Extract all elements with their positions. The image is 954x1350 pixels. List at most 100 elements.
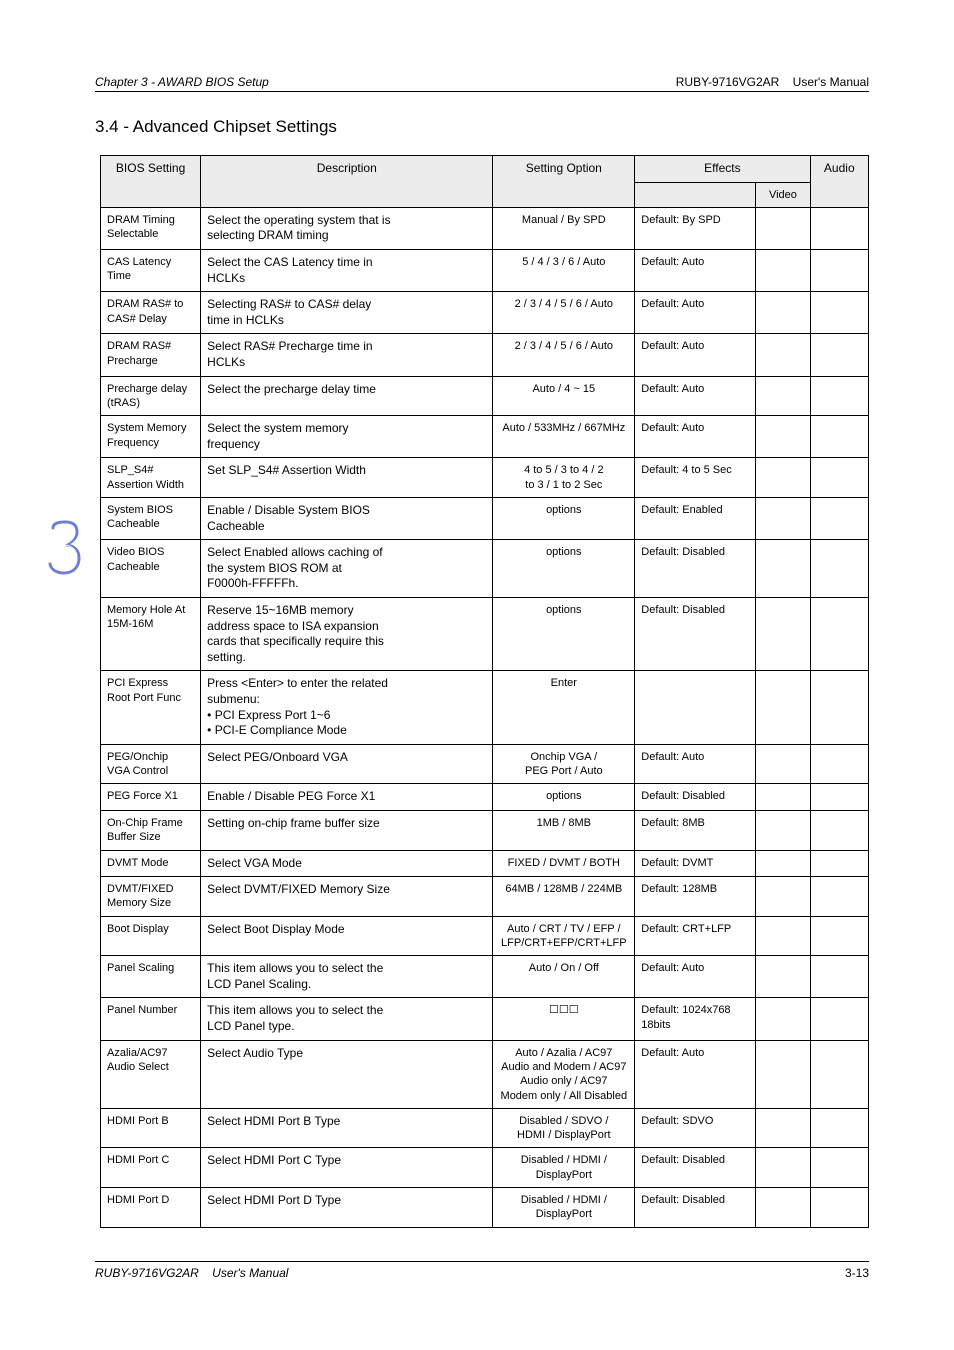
cell-audio <box>810 207 868 249</box>
cell-audio <box>810 784 868 811</box>
cell-audio <box>810 671 868 744</box>
cell-effects: Default: Auto <box>635 416 756 458</box>
cell-option: Onchip VGA / PEG Port / Auto <box>493 744 635 784</box>
table-row: DVMT/FIXED Memory SizeSelect DVMT/FIXED … <box>101 877 869 917</box>
cell-option: 2 / 3 / 4 / 5 / 6 / Auto <box>493 334 635 376</box>
cell-description: Select DVMT/FIXED Memory Size <box>201 877 493 917</box>
cell-option: Enter <box>493 671 635 744</box>
cell-option: 5 / 4 / 3 / 6 / Auto <box>493 250 635 292</box>
cell-setting: System Memory Frequency <box>101 416 201 458</box>
cell-option: Disabled / HDMI / DisplayPort <box>493 1188 635 1228</box>
cell-description: Select Enabled allows caching of the sys… <box>201 540 493 598</box>
section-title: 3.4 - Advanced Chipset Settings <box>95 117 869 137</box>
cell-setting: Panel Scaling <box>101 956 201 998</box>
table-row: Panel NumberThis item allows you to sele… <box>101 998 869 1040</box>
cell-video <box>756 292 810 334</box>
cell-option: Auto / On / Off <box>493 956 635 998</box>
cell-audio <box>810 292 868 334</box>
table-row: HDMI Port CSelect HDMI Port C TypeDisabl… <box>101 1148 869 1188</box>
cell-option: 64MB / 128MB / 224MB <box>493 877 635 917</box>
cell-setting: CAS Latency Time <box>101 250 201 292</box>
cell-description: Set SLP_S4# Assertion Width <box>201 458 493 498</box>
cell-audio <box>810 1108 868 1148</box>
cell-setting: Boot Display <box>101 916 201 956</box>
cell-setting: Memory Hole At 15M-16M <box>101 597 201 670</box>
cell-video <box>756 1148 810 1188</box>
cell-effects: Default: 1024x768 18bits <box>635 998 756 1040</box>
cell-video <box>756 416 810 458</box>
table-row: DRAM RAS# to CAS# DelaySelecting RAS# to… <box>101 292 869 334</box>
table-row: PEG/Onchip VGA ControlSelect PEG/Onboard… <box>101 744 869 784</box>
cell-video <box>756 850 810 877</box>
cell-option: 2 / 3 / 4 / 5 / 6 / Auto <box>493 292 635 334</box>
table-row: System Memory FrequencySelect the system… <box>101 416 869 458</box>
cell-audio <box>810 458 868 498</box>
table-row: Precharge delay (tRAS)Select the prechar… <box>101 376 869 416</box>
cell-option: Auto / 4 ~ 15 <box>493 376 635 416</box>
cell-effects: Default: Auto <box>635 1040 756 1108</box>
cell-effects: Default: Auto <box>635 376 756 416</box>
cell-effects: Default: DVMT <box>635 850 756 877</box>
cell-audio <box>810 744 868 784</box>
cell-setting: HDMI Port B <box>101 1108 201 1148</box>
cell-setting: PEG/Onchip VGA Control <box>101 744 201 784</box>
cell-setting: Precharge delay (tRAS) <box>101 376 201 416</box>
cell-setting: Video BIOS Cacheable <box>101 540 201 598</box>
cell-effects: Default: Disabled <box>635 540 756 598</box>
cell-video <box>756 810 810 850</box>
cell-effects: Default: Disabled <box>635 784 756 811</box>
table-row: Video BIOS CacheableSelect Enabled allow… <box>101 540 869 598</box>
cell-video <box>756 1188 810 1228</box>
cell-audio <box>810 376 868 416</box>
cell-video <box>756 498 810 540</box>
th-bios-setting: BIOS Setting <box>101 156 201 208</box>
cell-option: Auto / Azalia / AC97 Audio and Modem / A… <box>493 1040 635 1108</box>
table-row: HDMI Port BSelect HDMI Port B TypeDisabl… <box>101 1108 869 1148</box>
cell-option: 4 to 5 / 3 to 4 / 2 to 3 / 1 to 2 Sec <box>493 458 635 498</box>
cell-option: options <box>493 597 635 670</box>
cell-description: Select HDMI Port D Type <box>201 1188 493 1228</box>
cell-option: Auto / CRT / TV / EFP / LFP/CRT+EFP/CRT+… <box>493 916 635 956</box>
cell-audio <box>810 250 868 292</box>
cell-setting: System BIOS Cacheable <box>101 498 201 540</box>
cell-description: Select the system memory frequency <box>201 416 493 458</box>
cell-effects <box>635 671 756 744</box>
cell-effects: Default: Auto <box>635 250 756 292</box>
cell-audio <box>810 810 868 850</box>
th-effects: Effects <box>635 156 810 183</box>
cell-effects: Default: 4 to 5 Sec <box>635 458 756 498</box>
footer-left: RUBY-9716VG2AR User's Manual <box>95 1266 288 1280</box>
th-setting-option: Setting Option <box>493 156 635 208</box>
cell-description: Enable / Disable PEG Force X1 <box>201 784 493 811</box>
cell-setting: DRAM RAS# to CAS# Delay <box>101 292 201 334</box>
cell-option: options <box>493 784 635 811</box>
table-row: Memory Hole At 15M-16MReserve 15~16MB me… <box>101 597 869 670</box>
cell-effects: Default: Disabled <box>635 1148 756 1188</box>
cell-option: options <box>493 540 635 598</box>
cell-video <box>756 784 810 811</box>
cell-setting: HDMI Port D <box>101 1188 201 1228</box>
cell-effects: Default: Auto <box>635 744 756 784</box>
table-row: CAS Latency TimeSelect the CAS Latency t… <box>101 250 869 292</box>
cell-video <box>756 207 810 249</box>
cell-description: This item allows you to select the LCD P… <box>201 956 493 998</box>
cell-description: Select PEG/Onboard VGA <box>201 744 493 784</box>
cell-audio <box>810 416 868 458</box>
cell-description: Enable / Disable System BIOS Cacheable <box>201 498 493 540</box>
cell-setting: HDMI Port C <box>101 1148 201 1188</box>
cell-audio <box>810 916 868 956</box>
cell-audio <box>810 1188 868 1228</box>
cell-option: Disabled / SDVO / HDMI / DisplayPort <box>493 1108 635 1148</box>
cell-effects: Default: Auto <box>635 292 756 334</box>
table-row: Boot DisplaySelect Boot Display ModeAuto… <box>101 916 869 956</box>
chapter-number-badge <box>45 520 85 575</box>
footer: RUBY-9716VG2AR User's Manual 3-13 <box>95 1261 869 1280</box>
header-right: RUBY-9716VG2AR User's Manual <box>676 75 869 89</box>
cell-effects: Default: Auto <box>635 956 756 998</box>
table-header-row: BIOS Setting Description Setting Option … <box>101 156 869 183</box>
cell-setting: DRAM RAS# Precharge <box>101 334 201 376</box>
cell-video <box>756 916 810 956</box>
cell-effects: Default: Auto <box>635 334 756 376</box>
cell-option: FIXED / DVMT / BOTH <box>493 850 635 877</box>
table-row: On-Chip Frame Buffer SizeSetting on-chip… <box>101 810 869 850</box>
